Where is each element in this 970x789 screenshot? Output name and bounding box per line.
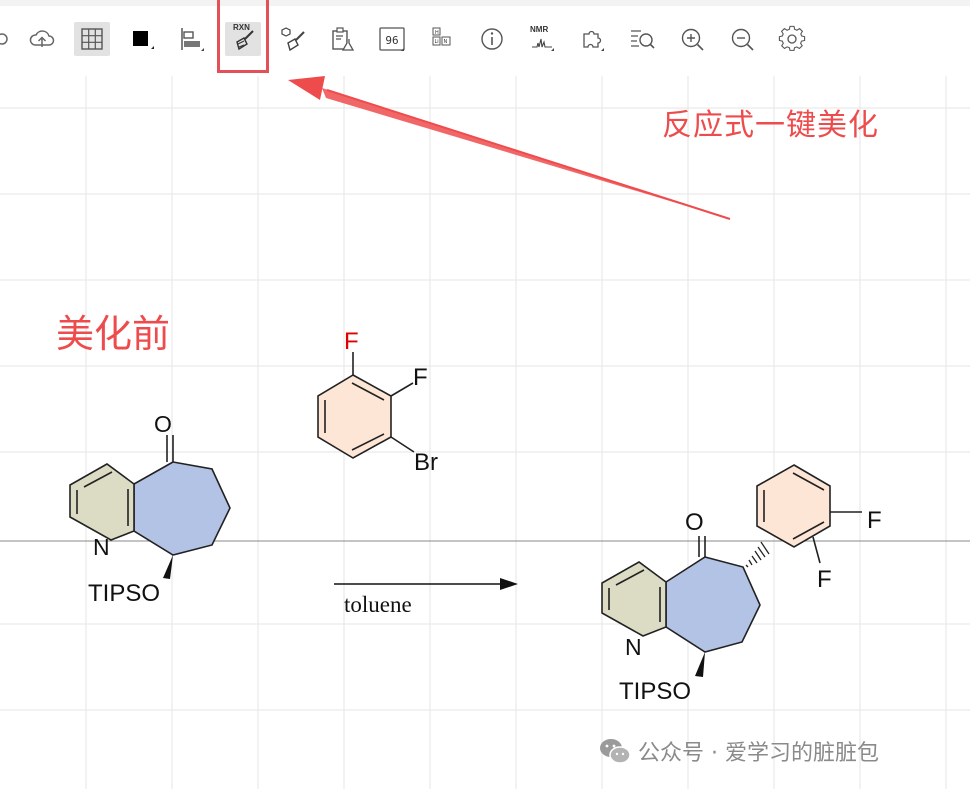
reactant-2-fluorine-2-label: F	[413, 364, 428, 391]
watermark: 公众号 · 爱学习的脏脏包	[598, 735, 879, 767]
product-nitrogen-label: N	[625, 634, 642, 660]
product-fluorine-1-label: F	[867, 507, 882, 534]
hashed-wedge-bond	[745, 541, 770, 568]
search-structure-icon[interactable]	[624, 22, 660, 56]
info-icon[interactable]	[474, 22, 510, 56]
svg-text:Li: Li	[435, 39, 439, 45]
svg-text:N: N	[444, 39, 448, 45]
reactant-2-bromine-label: Br	[414, 449, 438, 476]
settings-gear-icon[interactable]	[774, 22, 810, 56]
reaction-arrow[interactable]	[334, 578, 518, 590]
partial-icon[interactable]	[0, 22, 14, 56]
product-fluorine-2-label: F	[817, 566, 832, 593]
reactant-1-tipso-label: TIPSO	[88, 580, 160, 607]
color-fill-icon[interactable]	[124, 22, 160, 56]
upload-icon[interactable]	[24, 22, 60, 56]
grid-lines	[0, 76, 970, 789]
before-beautify-label: 美化前	[56, 312, 171, 356]
zoom-in-icon[interactable]	[674, 22, 710, 56]
condition-label[interactable]: toluene	[344, 592, 412, 617]
one-click-beautify-annotation: 反应式一键美化	[662, 108, 879, 143]
product-oxygen-label: O	[685, 509, 704, 536]
align-icon[interactable]	[173, 22, 209, 56]
product-tipso-label: TIPSO	[619, 678, 691, 705]
periodic-table-icon[interactable]: H Li N	[424, 22, 460, 56]
reactant-1-structure[interactable]: O N TIPSO	[69, 411, 231, 607]
plate-96-icon[interactable]: 96	[374, 22, 410, 56]
reactant-2-fluorine-1-label: F	[344, 328, 359, 355]
zoom-out-icon[interactable]	[724, 22, 760, 56]
toolbar: RXN 96 H Li N NMR	[0, 0, 970, 76]
toolbar-top-border	[0, 0, 970, 6]
clipboard-flask-icon[interactable]	[324, 22, 360, 56]
structure-cleanup-icon[interactable]	[274, 22, 310, 56]
watermark-text: 公众号 · 爱学习的脏脏包	[638, 741, 879, 766]
product-structure[interactable]: O N TIPSO F F	[601, 464, 882, 705]
grid-icon[interactable]	[74, 22, 110, 56]
puzzle-icon[interactable]	[574, 22, 610, 56]
drawing-canvas[interactable]: O N TIPSO F F Br toluene O N TIPSO F F	[0, 76, 970, 789]
svg-text:H: H	[435, 30, 439, 36]
wechat-icon	[600, 739, 631, 764]
reactant-1-oxygen-label: O	[154, 411, 172, 437]
reactant-2-structure[interactable]: F F Br	[317, 328, 438, 476]
nmr-icon[interactable]: NMR	[524, 22, 560, 56]
nmr-label: NMR	[530, 25, 549, 34]
plate-96-label: 96	[385, 34, 398, 47]
annotation-arrow	[288, 76, 731, 220]
highlight-box	[217, 0, 269, 73]
reactant-1-nitrogen-label: N	[93, 534, 110, 560]
